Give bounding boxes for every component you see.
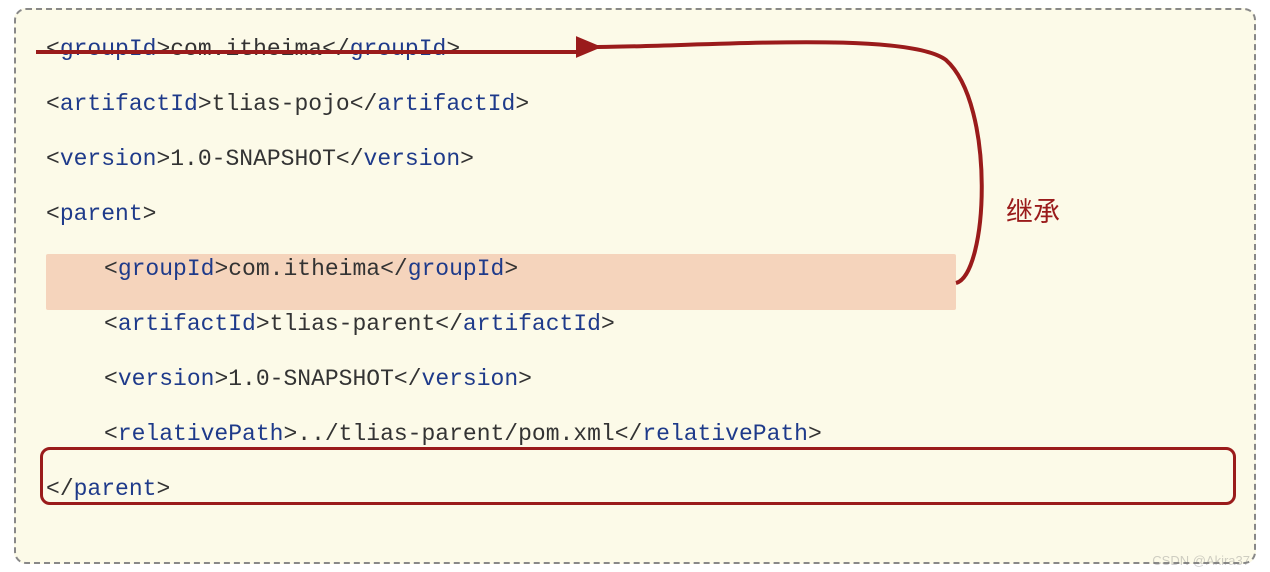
watermark-text: CSDN @Akira37 (1152, 553, 1250, 568)
emphasis-box (40, 447, 1236, 505)
code-block-container: 继承 <groupId>com.itheima</groupId> <artif… (14, 8, 1256, 564)
code-line-artifactid: <artifactId>tlias-pojo</artifactId> (46, 77, 1224, 132)
code-line-parent-version: <version>1.0-SNAPSHOT</version> (46, 352, 1224, 407)
strikethrough-line (36, 50, 584, 54)
annotation-label: 继承 (1006, 190, 1060, 229)
xml-code-content: <groupId>com.itheima</groupId> <artifact… (46, 22, 1224, 517)
code-line-version: <version>1.0-SNAPSHOT</version> (46, 132, 1224, 187)
code-line-parent-artifactid: <artifactId>tlias-parent</artifactId> (46, 297, 1224, 352)
code-line-parent-groupid: <groupId>com.itheima</groupId> (46, 242, 1224, 297)
